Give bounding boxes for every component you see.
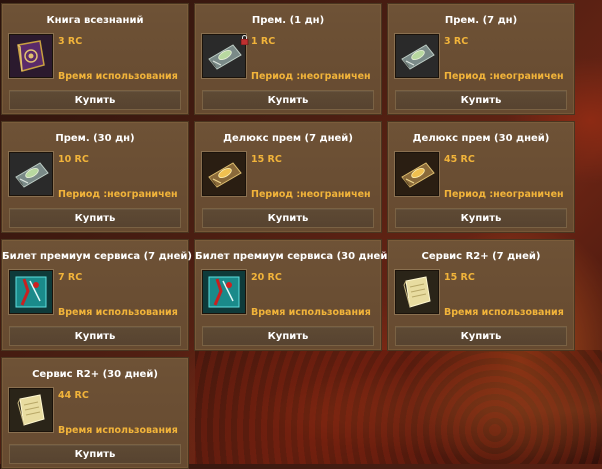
buy-button[interactable]: Купить: [395, 208, 567, 228]
item-price: 44 RC: [58, 390, 89, 401]
shop-item-card-8: Билет премиум сервиса (30 дней) 20 RC Вр…: [194, 239, 392, 351]
item-period: Период :неограничен: [251, 71, 371, 82]
lock-icon: [240, 35, 249, 45]
buy-button[interactable]: Купить: [9, 90, 181, 110]
item-period: Период :неограничен: [251, 189, 371, 200]
shop-item-card-6: Делюкс прем (30 дней) 45 RC Период :неог…: [387, 121, 575, 233]
shop-item-card-10: Сервис R2+ (30 дней) 44 RC Время использ…: [1, 357, 189, 469]
item-price: 3 RC: [58, 36, 83, 47]
service-ticket-icon[interactable]: [9, 270, 53, 314]
deluxe-scroll-icon[interactable]: [202, 152, 246, 196]
shop-item-card-7: Билет премиум сервиса (7 дней) 7 RC Врем…: [1, 239, 192, 351]
background-artwork: [195, 350, 602, 464]
buy-button[interactable]: Купить: [395, 326, 567, 346]
buy-button[interactable]: Купить: [9, 444, 181, 464]
item-price: 7 RC: [58, 272, 83, 283]
item-price: 1 RC: [251, 36, 276, 47]
shop-item-card-3: Прем. (7 дн) 3 RC Период :неограничен Ку…: [387, 3, 575, 115]
shop-item-card-4: Прем. (30 дн) 10 RC Период :неограничен …: [1, 121, 189, 233]
shop-item-card-5: Делюкс прем (7 дней) 15 RC Период :неогр…: [194, 121, 382, 233]
item-period: Период :неограничен: [58, 189, 178, 200]
item-title: Делюкс прем (30 дней): [412, 133, 550, 144]
buy-button[interactable]: Купить: [202, 208, 374, 228]
item-title: Прем. (30 дн): [55, 133, 135, 144]
item-period: Время использования: [58, 71, 178, 82]
r2-service-scroll-icon[interactable]: [395, 270, 439, 314]
buy-button[interactable]: Купить: [9, 208, 181, 228]
item-title: Прем. (7 дн): [444, 15, 518, 26]
buy-button[interactable]: Купить: [9, 326, 181, 346]
buy-button[interactable]: Купить: [202, 326, 374, 346]
item-title: Прем. (1 дн): [251, 15, 325, 26]
item-price: 45 RC: [444, 154, 475, 165]
service-ticket-icon[interactable]: [202, 270, 246, 314]
item-period: Время использования: [251, 307, 371, 318]
premium-scroll-icon[interactable]: [395, 34, 439, 78]
item-title: Сервис R2+ (30 дней): [32, 369, 158, 380]
item-price: 15 RC: [444, 272, 475, 283]
item-price: 3 RC: [444, 36, 469, 47]
premium-scroll-icon[interactable]: [9, 152, 53, 196]
item-title: Сервис R2+ (7 дней): [421, 251, 541, 262]
item-period: Время использования: [444, 307, 564, 318]
r2-service-scroll-icon[interactable]: [9, 388, 53, 432]
shop-item-card-2: Прем. (1 дн) 1 RC Период :неограничен Ку…: [194, 3, 382, 115]
item-price: 20 RC: [251, 272, 282, 283]
item-price: 15 RC: [251, 154, 282, 165]
item-period: Время использования: [58, 425, 178, 436]
shop-item-card-9: Сервис R2+ (7 дней) 15 RC Время использо…: [387, 239, 575, 351]
purple-book-icon[interactable]: [9, 34, 53, 78]
item-period: Время использования: [58, 307, 178, 318]
buy-button[interactable]: Купить: [395, 90, 567, 110]
deluxe-scroll-icon[interactable]: [395, 152, 439, 196]
item-price: 10 RC: [58, 154, 89, 165]
item-period: Период :неограничен: [444, 71, 564, 82]
item-period: Период :неограничен: [444, 189, 564, 200]
buy-button[interactable]: Купить: [202, 90, 374, 110]
item-title: Книга всезнаний: [46, 15, 144, 26]
item-title: Билет премиум сервиса (30 дней): [195, 251, 392, 262]
item-title: Билет премиум сервиса (7 дней): [2, 251, 192, 262]
shop-item-card-1: Книга всезнаний 3 RC Время использования…: [1, 3, 189, 115]
item-title: Делюкс прем (7 дней): [223, 133, 353, 144]
